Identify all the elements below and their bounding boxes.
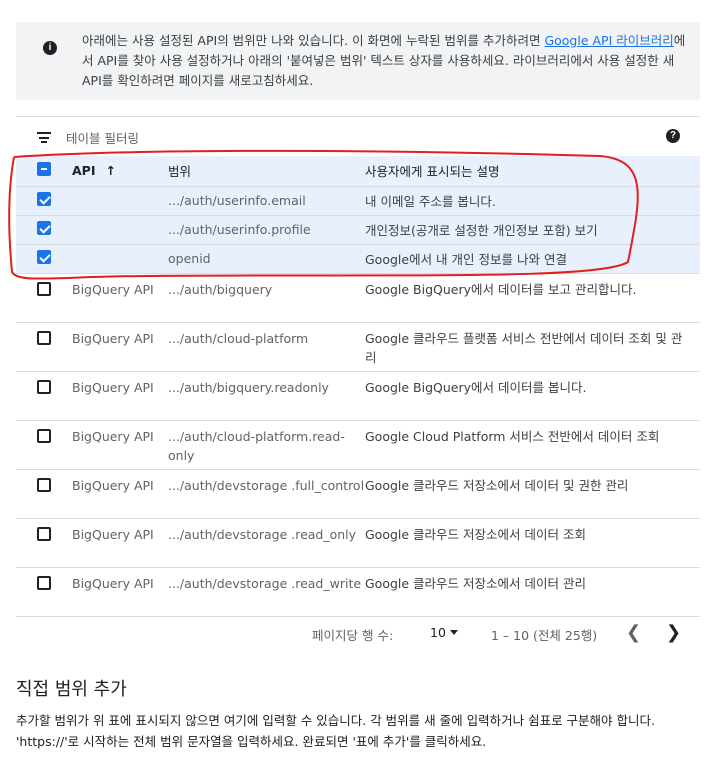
header-description: 사용자에게 표시되는 설명: [365, 164, 500, 180]
cell-description: Google Cloud Platform 서비스 전반에서 데이터 조회: [365, 428, 660, 444]
row-checkbox-cell: [16, 371, 72, 420]
cell-scope: .../auth/userinfo.email: [168, 193, 306, 208]
select-all-cell: [16, 156, 72, 186]
help-icon[interactable]: ?: [666, 129, 680, 143]
cell-api: BigQuery API: [72, 428, 154, 444]
filter-input[interactable]: 테이블 필터링: [66, 128, 139, 147]
table-row: BigQuery API .../auth/devstorage .read_wr…: [16, 567, 700, 616]
rows-per-page-select[interactable]: 10: [430, 625, 446, 640]
row-checkbox-cell: [16, 469, 72, 518]
sort-arrow-up-icon[interactable]: ↑: [106, 163, 116, 178]
cell-description: Google 클라우드 저장소에서 데이터 관리: [365, 575, 586, 591]
table-row: BigQuery API .../auth/devstorage .read_on…: [16, 518, 700, 567]
row-checkbox[interactable]: [37, 477, 51, 492]
cell-description: 내 이메일 주소를 봅니다.: [365, 194, 496, 209]
api-library-link[interactable]: Google API 라이브러리: [544, 33, 673, 48]
cell-api: [72, 244, 168, 273]
cell-scope: .../auth/cloud-platform.read-only: [168, 428, 345, 463]
filter-icon[interactable]: [37, 132, 51, 143]
header-api[interactable]: API ↑: [72, 156, 168, 186]
row-checkbox[interactable]: [37, 191, 51, 206]
row-checkbox-cell: [16, 420, 72, 469]
scopes-table: API ↑ 범위 사용자에게 표시되는 설명 .../auth/userinfo.…: [16, 156, 700, 617]
table-row: .../auth/userinfo.email 내 이메일 주소를 봅니다.: [16, 186, 700, 215]
cell-api: BigQuery API: [72, 330, 154, 346]
prev-page-icon[interactable]: ❮: [626, 622, 641, 643]
cell-description: 개인정보(공개로 설정한 개인정보 포함) 보기: [365, 223, 598, 238]
table-row: .../auth/userinfo.profile 개인정보(공개로 설정한 개인…: [16, 215, 700, 244]
cell-api: BigQuery API: [72, 575, 154, 591]
dropdown-caret-icon[interactable]: [450, 630, 458, 635]
row-checkbox-cell: [16, 518, 72, 567]
row-checkbox[interactable]: [37, 526, 51, 541]
table-filter[interactable]: 테이블 필터링 ?: [16, 116, 700, 155]
manual-scope-description: 추가할 범위가 위 표에 표시되지 않으면 여기에 입력할 수 있습니다. 각 …: [16, 713, 655, 749]
cell-scope: .../auth/bigquery.readonly: [168, 379, 329, 395]
cell-scope: .../auth/devstorage .read_write: [168, 575, 362, 591]
cell-scope: .../auth/bigquery: [168, 281, 273, 297]
row-checkbox-cell: [16, 186, 72, 215]
cell-api: BigQuery API: [72, 379, 154, 395]
row-checkbox-cell: [16, 273, 72, 322]
next-page-icon[interactable]: ❯: [666, 622, 681, 643]
table-row: openid Google에서 내 개인 정보를 나와 연결: [16, 244, 700, 273]
cell-api: BigQuery API: [72, 526, 154, 542]
info-text: 아래에는 사용 설정된 API의 범위만 나와 있습니다. 이 화면에 누락된 …: [82, 33, 686, 88]
row-checkbox[interactable]: [37, 575, 51, 590]
row-checkbox[interactable]: [37, 379, 51, 394]
cell-description: Google에서 내 개인 정보를 나와 연결: [365, 252, 567, 267]
cell-description: Google 클라우드 저장소에서 데이터 및 권한 관리: [365, 477, 629, 493]
info-icon: i: [43, 41, 57, 55]
table-row: BigQuery API .../auth/cloud-platform Googl…: [16, 322, 700, 371]
cell-scope: .../auth/devstorage .read_only: [168, 526, 357, 542]
info-banner: i 아래에는 사용 설정된 API의 범위만 나와 있습니다. 이 화면에 누락…: [16, 22, 700, 100]
table-row: BigQuery API .../auth/bigquery Google BigQ…: [16, 273, 700, 322]
row-checkbox[interactable]: [37, 330, 51, 345]
cell-scope: openid: [168, 251, 211, 266]
page-range: 1 – 10 (전체 25행): [491, 628, 598, 643]
table-row: BigQuery API .../auth/cloud-platform.read…: [16, 420, 700, 469]
cell-scope: .../auth/userinfo.profile: [168, 222, 311, 237]
row-checkbox-cell: [16, 215, 72, 244]
cell-description: Google BigQuery에서 데이터를 보고 관리합니다.: [365, 281, 637, 297]
row-checkbox-cell: [16, 567, 72, 616]
row-checkbox[interactable]: [37, 428, 51, 443]
cell-api: BigQuery API: [72, 281, 154, 297]
table-row: BigQuery API .../auth/bigquery.readonly Go…: [16, 371, 700, 420]
pagination: 페이지당 행 수: 10 1 – 10 (전체 25행) ❮ ❯: [16, 618, 700, 648]
table-header: API ↑ 범위 사용자에게 표시되는 설명: [16, 156, 700, 186]
cell-api: BigQuery API: [72, 477, 154, 493]
manual-scope-title: 직접 범위 추가: [16, 679, 127, 700]
row-checkbox[interactable]: [37, 281, 51, 296]
select-all-checkbox[interactable]: [37, 162, 51, 177]
rows-per-page-label: 페이지당 행 수:: [312, 628, 394, 643]
cell-description: Google BigQuery에서 데이터를 봅니다.: [365, 379, 587, 395]
row-checkbox-cell: [16, 322, 72, 371]
cell-api: [72, 215, 168, 244]
cell-description: Google 클라우드 저장소에서 데이터 조회: [365, 526, 586, 542]
cell-description: Google 클라우드 플랫폼 서비스 전반에서 데이터 조회 및 관리: [365, 330, 683, 365]
cell-api: [72, 186, 168, 215]
row-checkbox[interactable]: [37, 249, 51, 264]
row-checkbox-cell: [16, 244, 72, 273]
header-scope: 범위: [168, 164, 192, 180]
cell-scope: .../auth/devstorage .full_control: [168, 477, 365, 493]
cell-scope: .../auth/cloud-platform: [168, 330, 309, 346]
row-checkbox[interactable]: [37, 220, 51, 235]
table-row: BigQuery API .../auth/devstorage .full_co…: [16, 469, 700, 518]
